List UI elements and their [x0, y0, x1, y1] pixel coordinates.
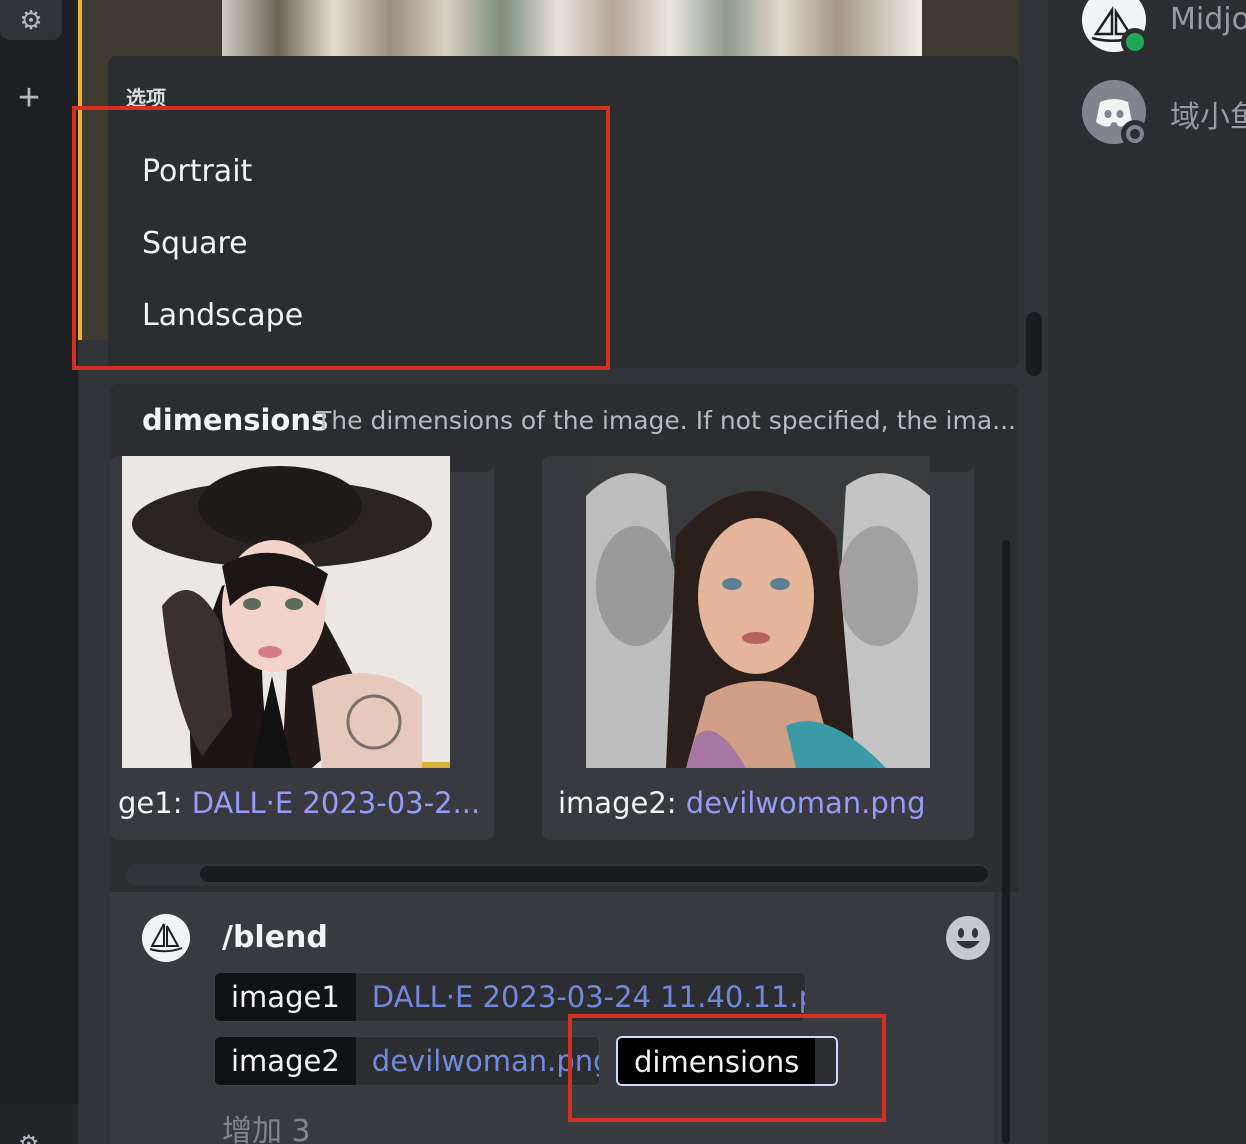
horizontal-scrollbar-thumb[interactable] [200, 866, 988, 882]
param-name: image2 [215, 1037, 356, 1085]
settings-gear-icon[interactable]: ⚙ [18, 1130, 40, 1144]
gear-icon[interactable]: ⚙ [0, 0, 62, 40]
member-list [1048, 0, 1246, 1144]
attachment-image-devilwoman [586, 456, 930, 768]
emoji-picker-icon[interactable] [946, 916, 990, 960]
param-value[interactable]: devilwoman.png [355, 1037, 599, 1085]
server-rail [0, 0, 78, 1144]
vertical-scrollbar[interactable] [1002, 540, 1010, 1144]
attachment-filename-link[interactable]: DALL·E 2023-03-2... [192, 786, 480, 820]
member-name[interactable]: 域小鱼 [1170, 92, 1246, 136]
parameter-hint-description: The dimensions of the image. If not spec… [316, 406, 1016, 435]
add-server-icon[interactable]: + [12, 78, 46, 118]
annotation-highlight-dimensions [568, 1014, 886, 1122]
chat-scrollbar-thumb[interactable] [1026, 312, 1042, 376]
attachment-label: image2: [558, 786, 686, 820]
attachment-filename-link[interactable]: devilwoman.png [686, 786, 926, 820]
offline-status-icon [1121, 120, 1149, 148]
slash-command-name: /blend [222, 920, 328, 955]
midjourney-bot-avatar [142, 914, 190, 962]
more-options-label[interactable]: 增加 3 [222, 1106, 311, 1144]
attachment-caption-1: ge1: DALL·E 2023-03-2... [118, 786, 488, 820]
online-status-icon [1121, 28, 1149, 56]
attachment-image-hat-woman [122, 456, 450, 768]
attachment-caption-2: image2: devilwoman.png [558, 786, 926, 820]
param-name: image1 [215, 973, 356, 1021]
annotation-highlight-options [72, 106, 610, 370]
member-name[interactable]: Midjo [1170, 2, 1246, 37]
parameter-hint-name: dimensions [142, 403, 329, 437]
param-image2[interactable]: image2 devilwoman.png [214, 1036, 600, 1086]
watercolor-image-preview[interactable] [222, 0, 922, 56]
attachment-label: ge1: [118, 786, 192, 820]
